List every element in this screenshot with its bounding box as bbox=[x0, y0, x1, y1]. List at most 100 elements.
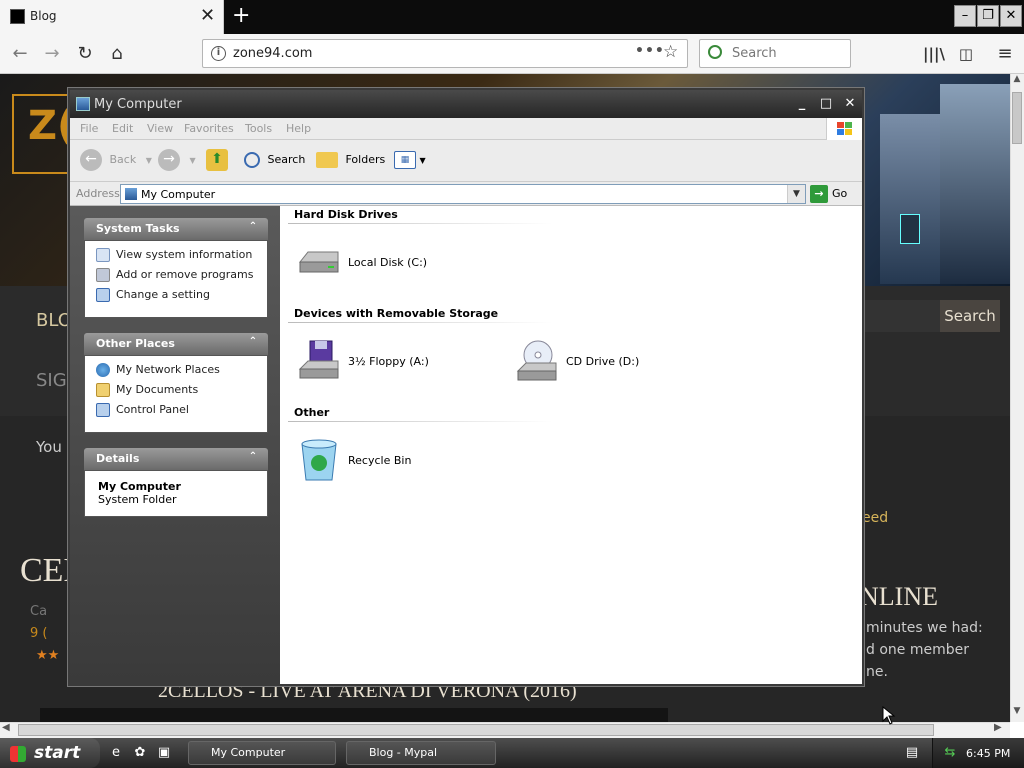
place-my-documents[interactable]: My Documents bbox=[84, 383, 198, 401]
menu-tools[interactable]: Tools bbox=[245, 122, 272, 135]
item-label: Recycle Bin bbox=[348, 454, 412, 467]
forward-icon: → bbox=[158, 149, 180, 171]
search-button[interactable]: Search bbox=[244, 148, 305, 172]
task-view-system-information[interactable]: View system information bbox=[84, 248, 252, 266]
vertical-scrollbar[interactable] bbox=[1010, 74, 1024, 722]
collapse-chevron-icon[interactable]: ⌃ bbox=[246, 221, 260, 235]
other-places-header[interactable]: Other Places ⌃ bbox=[84, 333, 268, 355]
system-tasks-header[interactable]: System Tasks ⌃ bbox=[84, 218, 268, 240]
tab-close-icon[interactable]: ✕ bbox=[200, 6, 215, 26]
task-change-setting[interactable]: Change a setting bbox=[84, 288, 210, 306]
browser-close-button[interactable]: ✕ bbox=[1000, 5, 1022, 27]
address-dropdown-icon[interactable]: ▼ bbox=[787, 185, 805, 203]
up-folder-button[interactable]: ⬆ bbox=[206, 148, 228, 172]
site-logo[interactable]: Z( bbox=[12, 94, 75, 174]
home-icon[interactable]: ⌂ bbox=[105, 42, 129, 66]
feed-link[interactable]: eed bbox=[862, 510, 888, 526]
minimize-button[interactable]: _ bbox=[792, 95, 812, 113]
close-button[interactable]: ✕ bbox=[840, 95, 860, 113]
menu-help[interactable]: Help bbox=[286, 122, 311, 135]
bookmark-star-icon[interactable]: ☆ bbox=[663, 42, 678, 62]
forward-button[interactable]: → ▼ bbox=[158, 148, 196, 172]
keyboard-icon[interactable]: ▤ bbox=[904, 745, 920, 761]
search-label: Search bbox=[267, 153, 306, 166]
taskbar-clock[interactable]: 6:45 PM bbox=[966, 747, 1010, 760]
online-text: minutes we had: bbox=[866, 620, 983, 636]
reload-icon[interactable]: ↻ bbox=[73, 42, 97, 66]
online-heading: NLINE bbox=[860, 582, 938, 611]
post-category[interactable]: Ca bbox=[30, 604, 47, 619]
views-button[interactable]: ▦ ▼ bbox=[394, 148, 426, 172]
menu-file[interactable]: File bbox=[80, 122, 98, 135]
task-add-remove-programs[interactable]: Add or remove programs bbox=[84, 268, 254, 286]
collapse-chevron-icon[interactable]: ⌃ bbox=[246, 336, 260, 350]
computer-icon bbox=[76, 97, 90, 111]
menu-favorites[interactable]: Favorites bbox=[184, 122, 234, 135]
folders-button[interactable]: Folders bbox=[316, 148, 385, 172]
my-computer-window: My Computer _ □ ✕ File Edit View Favorit… bbox=[68, 88, 864, 686]
group-divider bbox=[288, 322, 552, 323]
address-value: My Computer bbox=[141, 188, 216, 201]
site-nav-blog[interactable]: BLO bbox=[36, 310, 72, 331]
url-bar[interactable]: i zone94.com ••• ☆ bbox=[202, 39, 688, 68]
mouse-cursor-icon bbox=[882, 705, 896, 731]
place-control-panel[interactable]: Control Panel bbox=[84, 403, 189, 421]
browser-tab-bar: Blog ✕ + – ❐ ✕ bbox=[0, 0, 1024, 34]
sidebar-icon[interactable]: ◫ bbox=[954, 42, 978, 66]
forward-arrow-icon[interactable]: → bbox=[40, 42, 64, 66]
window-title: My Computer bbox=[94, 97, 182, 112]
taskbar-button-my-computer[interactable]: My Computer bbox=[188, 741, 336, 765]
address-input[interactable]: My Computer ▼ bbox=[120, 184, 806, 204]
item-label: Local Disk (C:) bbox=[348, 256, 428, 269]
scroll-right-icon[interactable]: ▶ bbox=[994, 722, 1008, 738]
browser-tab[interactable]: Blog ✕ bbox=[0, 0, 224, 34]
menu-hamburger-icon[interactable]: ≡ bbox=[993, 42, 1017, 66]
taskbar-button-blog-mypal[interactable]: Blog - Mypal bbox=[346, 741, 496, 765]
maximize-button[interactable]: □ bbox=[816, 95, 836, 113]
scroll-down-icon[interactable]: ▼ bbox=[1010, 706, 1024, 722]
quicklaunch-media-icon[interactable]: ▣ bbox=[156, 745, 172, 761]
quicklaunch-browser-icon[interactable]: ✿ bbox=[132, 745, 148, 761]
banner-building bbox=[880, 114, 940, 284]
scroll-up-icon[interactable]: ▲ bbox=[1010, 74, 1024, 90]
back-icon: ← bbox=[80, 149, 102, 171]
site-info-icon[interactable]: i bbox=[211, 46, 226, 61]
control-panel-icon bbox=[96, 403, 110, 417]
collapse-chevron-icon[interactable]: ⌃ bbox=[246, 451, 260, 465]
back-button[interactable]: ← Back ▼ bbox=[80, 148, 152, 172]
tab-title: Blog bbox=[30, 9, 57, 23]
horizontal-scroll-thumb[interactable] bbox=[18, 724, 934, 736]
details-header[interactable]: Details ⌃ bbox=[84, 448, 268, 470]
quicklaunch-ie-icon[interactable]: e bbox=[108, 745, 124, 761]
site-nav-signin[interactable]: SIG bbox=[36, 370, 67, 391]
vertical-scroll-thumb[interactable] bbox=[1012, 92, 1022, 144]
page-actions-icon[interactable]: ••• bbox=[635, 43, 665, 59]
url-text[interactable]: zone94.com bbox=[233, 46, 312, 61]
video-player[interactable] bbox=[40, 708, 668, 722]
banner-screen bbox=[900, 214, 920, 244]
post-comments[interactable]: 9 ( bbox=[30, 626, 47, 641]
address-bar: Address My Computer ▼ → Go bbox=[70, 182, 862, 206]
group-hard-disk-drives: Hard Disk Drives bbox=[294, 208, 398, 221]
menu-view[interactable]: View bbox=[147, 122, 173, 135]
new-tab-icon[interactable]: + bbox=[232, 3, 250, 29]
back-label: Back bbox=[109, 153, 137, 166]
browser-restore-button[interactable]: ❐ bbox=[977, 5, 999, 27]
browser-search-input[interactable]: Search bbox=[699, 39, 851, 68]
floppy-icon bbox=[298, 340, 339, 379]
window-title-bar[interactable]: My Computer _ □ ✕ bbox=[70, 90, 862, 118]
menu-bar: File Edit View Favorites Tools Help bbox=[70, 118, 862, 140]
toolbar: ← Back ▼ → ▼ ⬆ Search Folders ▦ ▼ bbox=[70, 140, 862, 182]
back-arrow-icon[interactable]: ← bbox=[8, 42, 32, 66]
content-area: Hard Disk Drives Local Disk (C:) Devices… bbox=[280, 206, 862, 684]
site-search-button[interactable]: Search bbox=[940, 300, 1000, 332]
place-my-network-places[interactable]: My Network Places bbox=[84, 363, 220, 381]
menu-edit[interactable]: Edit bbox=[112, 122, 133, 135]
hard-drive-icon bbox=[298, 251, 339, 273]
go-button[interactable]: → Go bbox=[810, 184, 858, 204]
browser-minimize-button[interactable]: – bbox=[954, 5, 976, 27]
network-tray-icon[interactable]: ⇆ bbox=[942, 745, 958, 761]
control-panel-icon bbox=[96, 288, 110, 302]
scroll-left-icon[interactable]: ◀ bbox=[2, 722, 16, 738]
library-icon[interactable]: |||\ bbox=[922, 42, 946, 66]
